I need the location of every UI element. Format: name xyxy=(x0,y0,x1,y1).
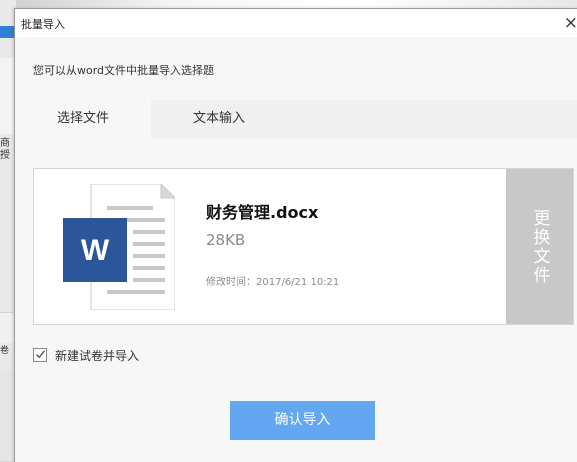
batch-import-dialog: 批量导入 × 您可以从word文件中批量导入选择题 选择文件 文本输入 W 财务… xyxy=(14,8,577,462)
tab-text-input[interactable]: 文本输入 xyxy=(151,100,287,138)
background-app-toolbar: ⌕ xyxy=(0,0,577,10)
word-icon-letter: W xyxy=(81,234,110,267)
confirm-import-button[interactable]: 确认导入 xyxy=(230,401,375,440)
dialog-titlebar: 批量导入 × xyxy=(15,9,577,37)
instruction-text: 您可以从word文件中批量导入选择题 xyxy=(33,64,215,77)
word-document-icon: W xyxy=(63,184,175,310)
selected-file-card: W 财务管理.docx 28KB 修改时间：2017/6/21 10:21 更换… xyxy=(33,168,574,325)
tab-content: W 财务管理.docx 28KB 修改时间：2017/6/21 10:21 更换… xyxy=(15,138,577,462)
dialog-title: 批量导入 xyxy=(21,18,65,31)
checkbox-label: 新建试卷并导入 xyxy=(55,349,140,363)
instruction-area: 您可以从word文件中批量导入选择题 xyxy=(15,37,577,108)
replace-file-label: 更换文件 xyxy=(529,208,550,285)
close-icon[interactable]: × xyxy=(564,14,577,32)
checkbox[interactable] xyxy=(33,348,47,362)
replace-file-button[interactable]: 更换文件 xyxy=(506,169,573,324)
tab-select-file[interactable]: 选择文件 xyxy=(15,100,151,138)
file-name: 财务管理.docx xyxy=(206,203,319,222)
file-size: 28KB xyxy=(206,231,246,249)
checkmark-icon xyxy=(36,350,46,359)
file-modified-time: 修改时间：2017/6/21 10:21 xyxy=(206,277,340,288)
import-mode-tabs: 选择文件 文本输入 xyxy=(15,100,577,138)
